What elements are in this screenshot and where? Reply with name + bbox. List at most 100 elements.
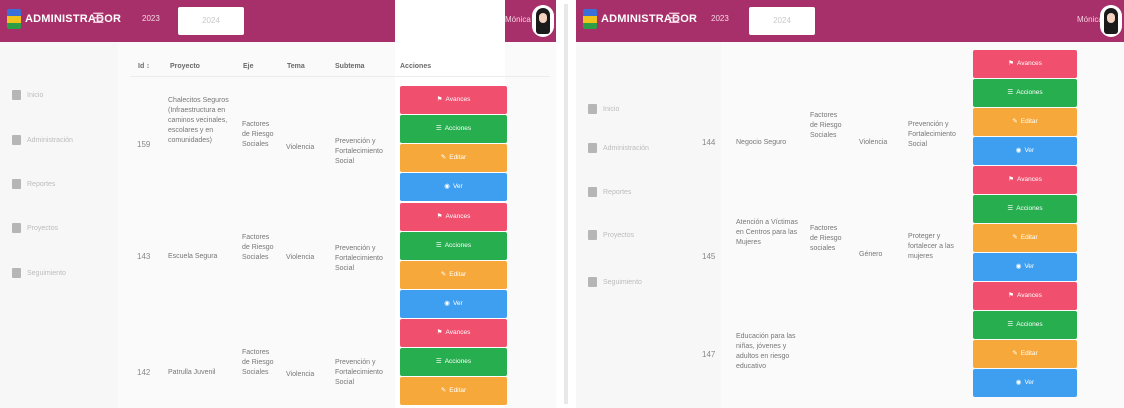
sidebar: Inicio Administración Reportes Proyectos… [576,42,721,408]
row-proyecto: Chalecitos Seguros (Infraestructura en c… [168,97,229,144]
header-divider [130,76,550,77]
row-proyecto: Patrulla Juvenil [168,369,216,376]
avances-button[interactable]: ⚑ Avances [400,203,507,231]
avances-button[interactable]: ⚑ Avances [400,86,507,114]
avatar[interactable] [1100,5,1122,37]
building-icon [12,223,21,233]
list-icon: ☰ [1007,205,1014,212]
edit-icon: ✎ [1012,350,1018,357]
sidebar-item-proyectos[interactable]: Proyectos [588,230,634,244]
row-tema: Violencia [286,144,315,151]
logo [583,9,597,29]
acciones-button[interactable]: ☰ Acciones [973,79,1077,107]
edit-icon: ✎ [440,154,447,161]
sidebar-item-seguimiento[interactable]: Seguimiento [588,277,642,291]
edit-icon: ✎ [1012,234,1018,241]
header-subtema[interactable]: Subtema [335,63,365,70]
acciones-button[interactable]: ☰ Acciones [400,348,507,376]
list-icon: ☰ [435,242,442,249]
row-tema: Violencia [286,254,315,261]
sidebar-item-reportes[interactable]: Reportes [588,187,631,201]
year-2023-tab[interactable]: 2023 [142,14,160,23]
logo [7,9,21,29]
row-tema: Género [859,251,883,258]
row-id: 145 [702,252,716,261]
sidebar-item-administracion[interactable]: Administración [588,143,649,157]
document-icon [12,179,21,189]
sidebar-item-seguimiento[interactable]: Seguimiento [12,268,66,282]
list-icon: ☰ [435,358,442,365]
acciones-button[interactable]: ☰ Acciones [973,311,1077,339]
row-tema: Violencia [286,371,315,378]
ver-button[interactable]: ◉ Ver [973,253,1077,281]
avances-button[interactable]: ⚑ Avances [973,166,1077,194]
list-icon [12,268,21,278]
sidebar-item-home[interactable]: Inicio [588,104,619,118]
ver-button[interactable]: ◉ Ver [400,173,507,201]
avances-button[interactable]: ⚑ Avances [400,319,507,347]
user-name[interactable]: Mónica [1077,15,1103,24]
document-icon [588,187,597,197]
year-2024-selector[interactable]: 2024 [749,7,815,35]
sidebar: Inicio Administración Reportes Proyectos… [0,42,118,408]
hamburger-icon[interactable]: ☰ [92,10,105,27]
edit-icon: ✎ [440,387,447,394]
acciones-button[interactable]: ☰ Acciones [400,115,507,143]
row-id: 142 [137,368,151,377]
sidebar-item-reportes[interactable]: Reportes [12,179,55,193]
header-acciones: Acciones [400,63,432,70]
row-actions: ⚑ Avances ☰ Acciones ✎ Editar ◉ Ver [400,203,507,319]
ver-button[interactable]: ◉ Ver [400,290,507,318]
acciones-button[interactable]: ☰ Acciones [973,195,1077,223]
ver-button[interactable]: ◉ Ver [973,369,1077,397]
sort-icon[interactable]: ↕ [146,63,150,70]
editar-button[interactable]: ✎ Editar [400,144,507,172]
eye-icon: ◉ [1015,263,1022,270]
editar-button[interactable]: ✎ Editar [973,108,1077,136]
list-icon: ☰ [435,125,442,132]
header-id[interactable]: Id ↕ [138,63,150,70]
eye-icon: ◉ [1015,379,1022,386]
editar-button[interactable]: ✎ Editar [400,377,507,405]
row-proyecto: Negocio Seguro [736,139,787,146]
row-eje: Factores de Riesgo sociales [810,225,842,252]
row-eje: Factores de Riesgo Sociales [242,234,274,261]
row-eje: Factores de Riesgo Sociales [242,349,274,376]
row-proyecto: Atención a Víctimas en Centros para las … [736,219,798,246]
acciones-button[interactable]: ☰ Acciones [400,232,507,260]
grid-icon [588,143,597,153]
avatar[interactable] [532,5,554,37]
avances-button[interactable]: ⚑ Avances [973,282,1077,310]
editar-button[interactable]: ✎ Editar [400,261,507,289]
flag-icon: ⚑ [436,329,443,336]
editar-button[interactable]: ✎ Editar [973,224,1077,252]
grid-icon [12,135,21,145]
avances-button[interactable]: ⚑ Avances [973,50,1077,78]
row-id: 159 [137,140,151,149]
sidebar-item-administracion[interactable]: Administración [12,135,73,149]
row-tema: Violencia [859,139,888,146]
hamburger-icon[interactable]: ☰ [668,10,681,27]
header-proyecto[interactable]: Proyecto [170,63,200,70]
row-proyecto: Educación para las niñas, jóvenes y adul… [736,333,796,370]
ver-button[interactable]: ◉ Ver [973,137,1077,165]
scrollbar[interactable] [556,0,576,408]
header-eje[interactable]: Eje [243,63,254,70]
row-subtema: Prevención y Fortalecimiento Social [335,359,383,386]
user-name[interactable]: Mónica [505,15,531,24]
row-subtema: Prevención y Fortalecimiento Social [335,138,383,165]
sidebar-item-home[interactable]: Inicio [12,90,43,104]
sidebar-item-proyectos[interactable]: Proyectos [12,223,58,237]
row-subtema: Prevención y Fortalecimiento Social [908,121,956,148]
row-proyecto: Escuela Segura [168,253,218,260]
brand-title: ADMINISTRADOR [601,13,698,25]
eye-icon: ◉ [1015,147,1022,154]
brand-title: ADMINISTRADOR [25,13,122,25]
building-icon [588,230,597,240]
header-tema[interactable]: Tema [287,63,305,70]
right-screenshot-panel: ADMINISTRADOR ☰ 2023 2024 Mónica Inicio … [576,0,1124,408]
year-2024-selector[interactable]: 2024 [178,7,244,35]
editar-button[interactable]: ✎ Editar [973,340,1077,368]
list-icon: ☰ [1007,89,1014,96]
year-2023-tab[interactable]: 2023 [711,14,729,23]
